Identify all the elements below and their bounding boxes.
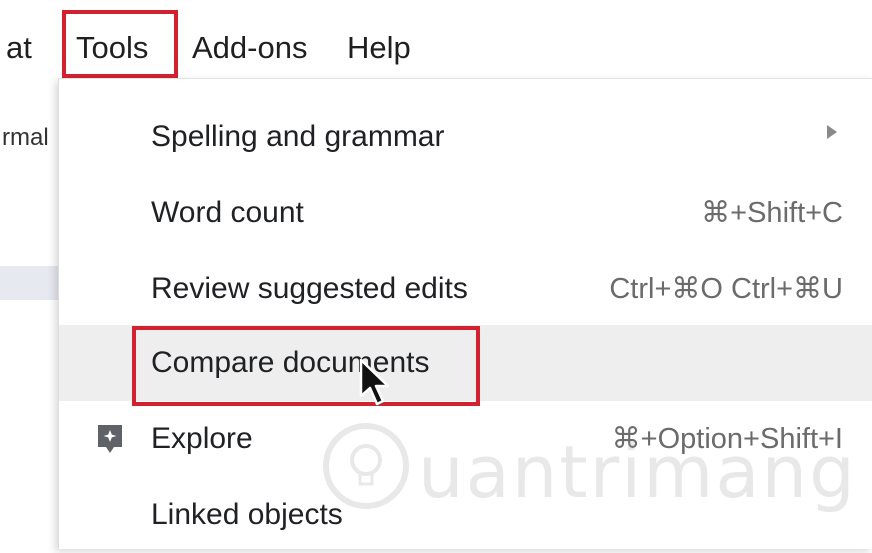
menu-item-explore[interactable]: Explore ⌘+Option+Shift+I — [59, 401, 872, 477]
explore-icon — [98, 425, 122, 453]
tools-dropdown-menu: Spelling and grammar Word count ⌘+Shift+… — [58, 78, 872, 549]
menu-item-shortcut: ⌘+Shift+C — [701, 197, 843, 229]
document-left-edge: rmal — [0, 88, 58, 548]
menu-item-linked-objects[interactable]: Linked objects — [59, 477, 872, 553]
menu-item-label: Word count — [151, 196, 304, 229]
menu-add-ons[interactable]: Add-ons — [192, 28, 307, 68]
menu-item-shortcut: Ctrl+⌘O Ctrl+⌘U — [609, 273, 843, 305]
menu-item-label: Explore — [151, 422, 253, 455]
menu-help[interactable]: Help — [347, 28, 411, 68]
menu-item-review-suggested-edits[interactable]: Review suggested edits Ctrl+⌘O Ctrl+⌘U — [59, 251, 872, 327]
compare-documents-highlight-box — [132, 326, 480, 406]
ruler-band — [0, 266, 58, 300]
menu-format[interactable]: at — [6, 28, 32, 68]
style-selector-fragment[interactable]: rmal — [2, 124, 49, 152]
menu-item-shortcut: ⌘+Option+Shift+I — [611, 423, 843, 455]
menu-item-word-count[interactable]: Word count ⌘+Shift+C — [59, 175, 872, 251]
mouse-cursor-icon — [359, 358, 390, 406]
menu-item-label: Review suggested edits — [151, 272, 468, 305]
menu-item-spelling-and-grammar[interactable]: Spelling and grammar — [59, 99, 872, 175]
tools-highlight-box — [62, 10, 178, 78]
menu-item-label: Spelling and grammar — [151, 120, 445, 153]
submenu-arrow-icon — [827, 125, 837, 139]
menu-item-label: Linked objects — [151, 498, 343, 531]
